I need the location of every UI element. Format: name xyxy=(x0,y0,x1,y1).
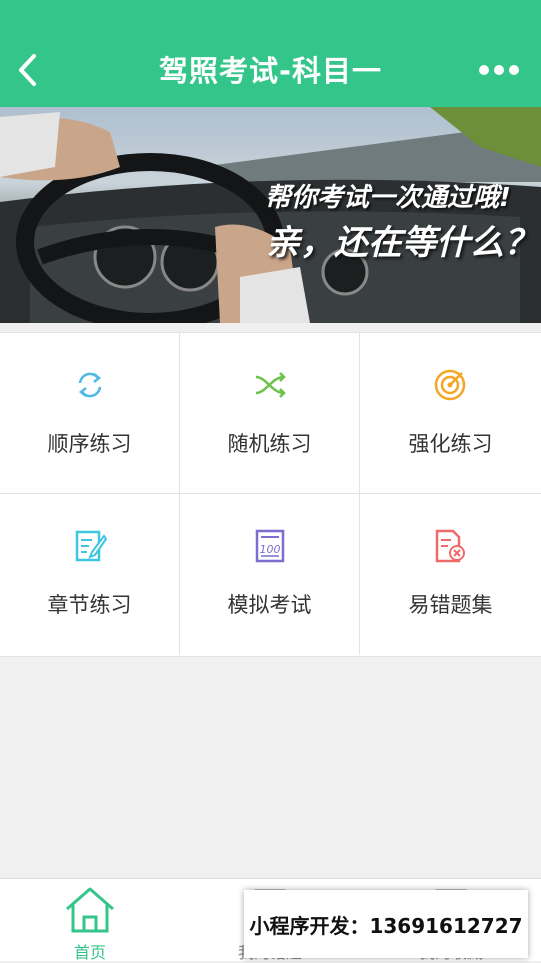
banner-image[interactable]: 帮你考试一次通过哦! 亲，还在等什么？ xyxy=(0,107,541,323)
developer-contact-banner: 小程序开发：13691612727 xyxy=(244,890,528,958)
menu-label: 强化练习 xyxy=(408,432,493,456)
tab-label: 首页 xyxy=(73,943,106,962)
menu-intensive-practice[interactable]: 强化练习 xyxy=(360,333,541,494)
menu-label: 模拟考试 xyxy=(227,593,312,617)
menu-label: 随机练习 xyxy=(227,432,312,456)
menu-chapter-practice[interactable]: 章节练习 xyxy=(0,494,180,655)
banner-slogan-2: 亲，还在等什么？ xyxy=(266,223,538,263)
more-dots-icon xyxy=(479,65,489,75)
menu-error-questions[interactable]: 易错题集 xyxy=(360,494,541,655)
document-error-icon xyxy=(435,529,465,563)
svg-text:100: 100 xyxy=(260,543,281,556)
shuffle-icon xyxy=(255,372,286,398)
menu-random-practice[interactable]: 随机练习 xyxy=(180,333,360,494)
menu-label: 章节练习 xyxy=(47,593,132,617)
tab-home[interactable]: 首页 xyxy=(0,879,180,962)
practice-menu-grid: 顺序练习 随机练习 强化练习 章节练习 100 模拟考试 易错题集 xyxy=(0,332,541,657)
page-title: 驾照考试-科目一 xyxy=(158,54,383,88)
more-button[interactable] xyxy=(479,61,519,81)
edit-document-icon xyxy=(75,530,108,562)
cycle-arrows-icon xyxy=(78,372,102,398)
score-100-icon: 100 xyxy=(255,529,285,563)
menu-mock-exam[interactable]: 100 模拟考试 xyxy=(180,494,360,655)
menu-sequential-practice[interactable]: 顺序练习 xyxy=(0,333,180,494)
menu-label: 易错题集 xyxy=(408,593,493,617)
target-icon xyxy=(434,369,466,401)
home-icon xyxy=(66,887,114,933)
nav-bar: 驾照考试-科目一 xyxy=(0,0,541,107)
banner-slogan-1: 帮你考试一次通过哦! xyxy=(265,183,511,213)
menu-label: 顺序练习 xyxy=(47,432,132,456)
